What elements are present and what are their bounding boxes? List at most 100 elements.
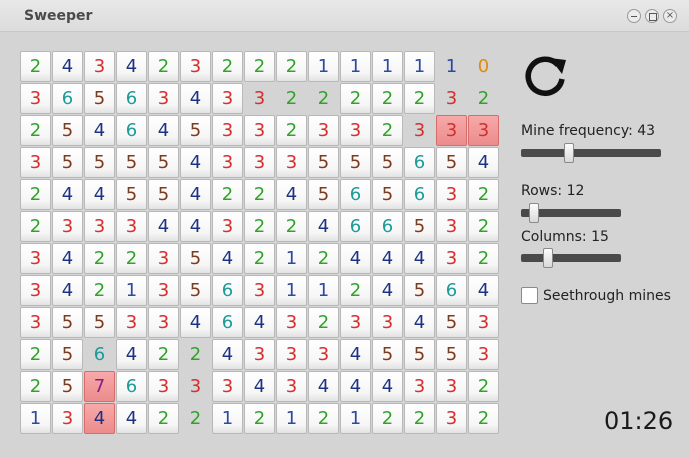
board-cell[interactable]: 2 xyxy=(180,339,211,370)
board-cell[interactable]: 6 xyxy=(340,179,371,210)
board-cell[interactable]: 3 xyxy=(212,211,243,242)
board-cell[interactable]: 4 xyxy=(180,83,211,114)
board-cell[interactable]: 6 xyxy=(212,307,243,338)
board-cell[interactable]: 5 xyxy=(404,211,435,242)
board-cell[interactable]: 6 xyxy=(116,371,147,402)
board-cell[interactable]: 0 xyxy=(468,51,499,82)
board-cell[interactable]: 6 xyxy=(212,275,243,306)
board-cell[interactable]: 2 xyxy=(212,179,243,210)
board-cell[interactable]: 6 xyxy=(404,147,435,178)
board-cell[interactable]: 3 xyxy=(148,243,179,274)
board-cell[interactable]: 1 xyxy=(212,403,243,434)
board-cell[interactable]: 1 xyxy=(276,243,307,274)
board-cell[interactable]: 6 xyxy=(372,211,403,242)
board-cell[interactable]: 3 xyxy=(244,339,275,370)
board-cell[interactable]: 3 xyxy=(436,371,467,402)
board-cell[interactable]: 4 xyxy=(52,179,83,210)
board-cell[interactable]: 2 xyxy=(404,403,435,434)
board-cell[interactable]: 5 xyxy=(436,339,467,370)
board-cell[interactable]: 4 xyxy=(116,51,147,82)
board-cell[interactable]: 5 xyxy=(404,339,435,370)
board-cell[interactable]: 4 xyxy=(148,211,179,242)
board-cell[interactable]: 4 xyxy=(212,243,243,274)
board-cell[interactable]: 3 xyxy=(468,307,499,338)
board-cell[interactable]: 4 xyxy=(116,403,147,434)
board-cell[interactable]: 3 xyxy=(52,211,83,242)
board-cell[interactable]: 3 xyxy=(404,115,435,146)
board-cell[interactable]: 3 xyxy=(244,275,275,306)
board-cell[interactable]: 3 xyxy=(52,403,83,434)
board-cell[interactable]: 2 xyxy=(20,211,51,242)
board-cell[interactable]: 3 xyxy=(436,179,467,210)
board-cell[interactable]: 4 xyxy=(468,147,499,178)
board-cell[interactable]: 5 xyxy=(116,179,147,210)
board-cell[interactable]: 2 xyxy=(244,51,275,82)
board-cell[interactable]: 2 xyxy=(244,211,275,242)
board-cell[interactable]: 3 xyxy=(212,83,243,114)
board-cell[interactable]: 2 xyxy=(372,403,403,434)
board-cell[interactable]: 5 xyxy=(180,115,211,146)
board-cell[interactable]: 4 xyxy=(404,243,435,274)
board-cell[interactable]: 1 xyxy=(116,275,147,306)
board-cell[interactable]: 2 xyxy=(116,243,147,274)
board-cell[interactable]: 3 xyxy=(20,147,51,178)
board-cell[interactable]: 2 xyxy=(468,83,499,114)
reload-button[interactable] xyxy=(520,52,570,102)
board-cell[interactable]: 5 xyxy=(180,243,211,274)
mine-cell[interactable]: 4 xyxy=(84,403,115,434)
board-cell[interactable]: 1 xyxy=(276,403,307,434)
board-cell[interactable]: 1 xyxy=(436,51,467,82)
board-cell[interactable]: 2 xyxy=(180,403,211,434)
board-cell[interactable]: 6 xyxy=(116,115,147,146)
board-cell[interactable]: 3 xyxy=(212,371,243,402)
rows-slider[interactable] xyxy=(521,203,621,223)
board-cell[interactable]: 3 xyxy=(436,243,467,274)
board-cell[interactable]: 2 xyxy=(276,83,307,114)
board-cell[interactable]: 4 xyxy=(84,179,115,210)
board-cell[interactable]: 6 xyxy=(116,83,147,114)
board-cell[interactable]: 1 xyxy=(308,51,339,82)
rows-slider-handle[interactable] xyxy=(529,203,539,223)
board-cell[interactable]: 4 xyxy=(52,51,83,82)
board-cell[interactable]: 5 xyxy=(84,147,115,178)
board-cell[interactable]: 4 xyxy=(404,307,435,338)
board-cell[interactable]: 2 xyxy=(372,83,403,114)
board-cell[interactable]: 4 xyxy=(84,115,115,146)
board-cell[interactable]: 2 xyxy=(308,403,339,434)
board-cell[interactable]: 2 xyxy=(276,115,307,146)
board-cell[interactable]: 4 xyxy=(468,275,499,306)
seethrough-mines-checkbox[interactable] xyxy=(521,287,538,304)
board-cell[interactable]: 1 xyxy=(276,275,307,306)
board-cell[interactable]: 3 xyxy=(308,339,339,370)
board-cell[interactable]: 3 xyxy=(276,147,307,178)
board-cell[interactable]: 2 xyxy=(276,51,307,82)
board-cell[interactable]: 4 xyxy=(180,211,211,242)
board-cell[interactable]: 6 xyxy=(340,211,371,242)
board-cell[interactable]: 4 xyxy=(372,243,403,274)
board-cell[interactable]: 2 xyxy=(148,339,179,370)
board-cell[interactable]: 4 xyxy=(372,275,403,306)
board-cell[interactable]: 2 xyxy=(276,211,307,242)
board-cell[interactable]: 5 xyxy=(180,275,211,306)
board-cell[interactable]: 3 xyxy=(148,275,179,306)
board-cell[interactable]: 3 xyxy=(340,115,371,146)
board-cell[interactable]: 3 xyxy=(276,339,307,370)
board-cell[interactable]: 3 xyxy=(20,275,51,306)
board-cell[interactable]: 4 xyxy=(340,243,371,274)
board-cell[interactable]: 2 xyxy=(84,243,115,274)
board-cell[interactable]: 5 xyxy=(84,307,115,338)
board-cell[interactable]: 4 xyxy=(276,179,307,210)
board-cell[interactable]: 5 xyxy=(372,147,403,178)
board-cell[interactable]: 4 xyxy=(340,339,371,370)
board-cell[interactable]: 4 xyxy=(148,115,179,146)
maximize-button[interactable] xyxy=(645,9,659,23)
close-button[interactable]: × xyxy=(663,9,677,23)
board-cell[interactable]: 2 xyxy=(340,275,371,306)
board-cell[interactable]: 2 xyxy=(340,83,371,114)
board-cell[interactable]: 5 xyxy=(148,147,179,178)
board-cell[interactable]: 3 xyxy=(436,83,467,114)
seethrough-mines-label[interactable]: Seethrough mines xyxy=(543,288,671,304)
board-cell[interactable]: 2 xyxy=(20,51,51,82)
board-cell[interactable]: 4 xyxy=(52,243,83,274)
board-cell[interactable]: 5 xyxy=(436,147,467,178)
